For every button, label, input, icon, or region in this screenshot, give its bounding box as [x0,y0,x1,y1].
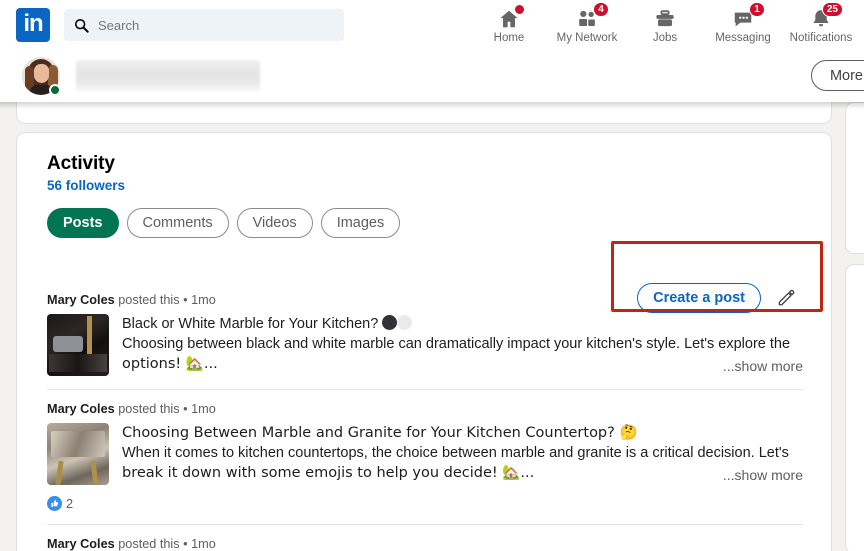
post-author[interactable]: Mary Coles [47,537,115,551]
filter-pill-comments[interactable]: Comments [126,208,229,238]
my-network-badge: 4 [593,2,609,17]
post-body: Black or White Marble for Your Kitchen? … [47,314,803,376]
nav-label-my-network: My Network [556,32,618,44]
post-thumbnail[interactable] [47,423,109,485]
post-item[interactable]: Mary Coles posted this • 1mo Choosing Be… [17,396,831,525]
online-status-indicator [49,84,61,96]
nav-item-notifications[interactable]: 25 Notifications [782,0,860,50]
linkedin-logo[interactable]: in [16,8,50,42]
like-thumb-icon [47,496,62,511]
right-rail-card-top [845,102,864,254]
nav-label-home: Home [493,32,525,44]
message-icon-box: 1 [730,2,765,31]
previous-section-card [16,102,832,124]
search-bar[interactable] [64,9,344,41]
nav-item-messaging[interactable]: 1 Messaging [704,0,782,50]
post-action: posted this [118,402,180,416]
post-divider [47,389,803,390]
posts-list: Mary Coles posted this • 1mo Black or Wh… [17,287,831,551]
filter-pill-images[interactable]: Images [320,208,401,238]
top-navigation-bar: in Home [0,0,864,50]
reaction-count: 2 [66,496,74,511]
activity-card: Activity 56 followers Posts Comments Vid… [16,132,832,551]
post-action: posted this [118,537,180,551]
post-line-3-text: break it down with some emojis to help y… [122,465,535,481]
profile-name-redacted [76,60,260,92]
sticky-profile-strip: More [0,50,864,102]
black-circle-emoji [382,315,398,330]
show-more-link[interactable]: ...show more [723,465,803,485]
reactions[interactable]: 2 [47,496,803,511]
home-icon-box [496,4,525,31]
nav-item-home[interactable]: Home [470,0,548,50]
post-meta: Mary Coles posted this • 1mo [47,287,803,307]
right-rail-card-bottom [845,264,864,551]
post-body: Choosing Between Marble and Granite for … [47,423,803,485]
post-separator: • [183,293,188,307]
post-line-3: options! 🏡... ...show more [122,354,803,374]
post-text: Choosing Between Marble and Granite for … [122,423,803,485]
post-headline: Black or White Marble for Your Kitchen? [122,316,379,332]
post-time: 1mo [191,402,216,416]
content-area: Activity 56 followers Posts Comments Vid… [0,102,864,551]
search-icon [74,18,89,33]
post-line-2: Choosing between black and white marble … [122,336,791,352]
post-action: posted this [118,293,180,307]
post-line-2: When it comes to kitchen countertops, th… [122,445,789,461]
people-icon-box: 4 [574,2,609,31]
more-button[interactable]: More [810,60,864,91]
post-time: 1mo [191,293,216,307]
post-line-3: break it down with some emojis to help y… [122,463,803,483]
bell-icon-box: 25 [808,2,843,31]
linkedin-profile-page: in Home [0,0,864,551]
nav-items: Home 4 My Network Jobs 1 Messaging 25 No… [470,0,860,50]
white-circle-emoji [397,315,413,330]
post-item[interactable]: Mary Coles posted this • 1mo [17,531,831,551]
post-thumbnail[interactable] [47,314,109,376]
post-separator: • [183,537,188,551]
nav-label-messaging: Messaging [715,32,771,44]
search-input[interactable] [98,17,318,33]
show-more-link[interactable]: ...show more [723,356,803,376]
activity-header: Activity 56 followers Posts Comments Vid… [17,133,831,238]
post-meta: Mary Coles posted this • 1mo [47,396,803,416]
post-meta: Mary Coles posted this • 1mo [47,531,803,551]
page-title: Activity [47,153,115,174]
nav-label-jobs: Jobs [652,32,678,44]
notifications-badge: 25 [821,2,843,17]
avatar-wrap[interactable] [22,57,61,96]
post-divider [47,524,803,525]
filter-pill-posts[interactable]: Posts [47,208,119,238]
post-separator: • [183,402,188,416]
post-line-1: Choosing Between Marble and Granite for … [122,425,638,441]
followers-link[interactable]: 56 followers [47,178,831,193]
nav-item-jobs[interactable]: Jobs [626,0,704,50]
nav-item-my-network[interactable]: 4 My Network [548,0,626,50]
filter-pill-videos[interactable]: Videos [236,208,313,238]
messaging-badge: 1 [749,2,765,17]
nav-label-notifications: Notifications [789,32,853,44]
post-item[interactable]: Mary Coles posted this • 1mo Black or Wh… [17,287,831,390]
activity-filter-pills: Posts Comments Videos Images [47,208,831,238]
post-author[interactable]: Mary Coles [47,402,115,416]
post-time: 1mo [191,537,216,551]
post-line-3-text: options! 🏡... [122,356,218,372]
post-line-1: Black or White Marble for Your Kitchen? [122,314,803,334]
avatar-face [34,64,49,83]
post-author[interactable]: Mary Coles [47,293,115,307]
post-text: Black or White Marble for Your Kitchen? … [122,314,803,376]
briefcase-icon-box [652,6,678,31]
home-badge [514,4,525,15]
briefcase-icon [656,9,674,26]
